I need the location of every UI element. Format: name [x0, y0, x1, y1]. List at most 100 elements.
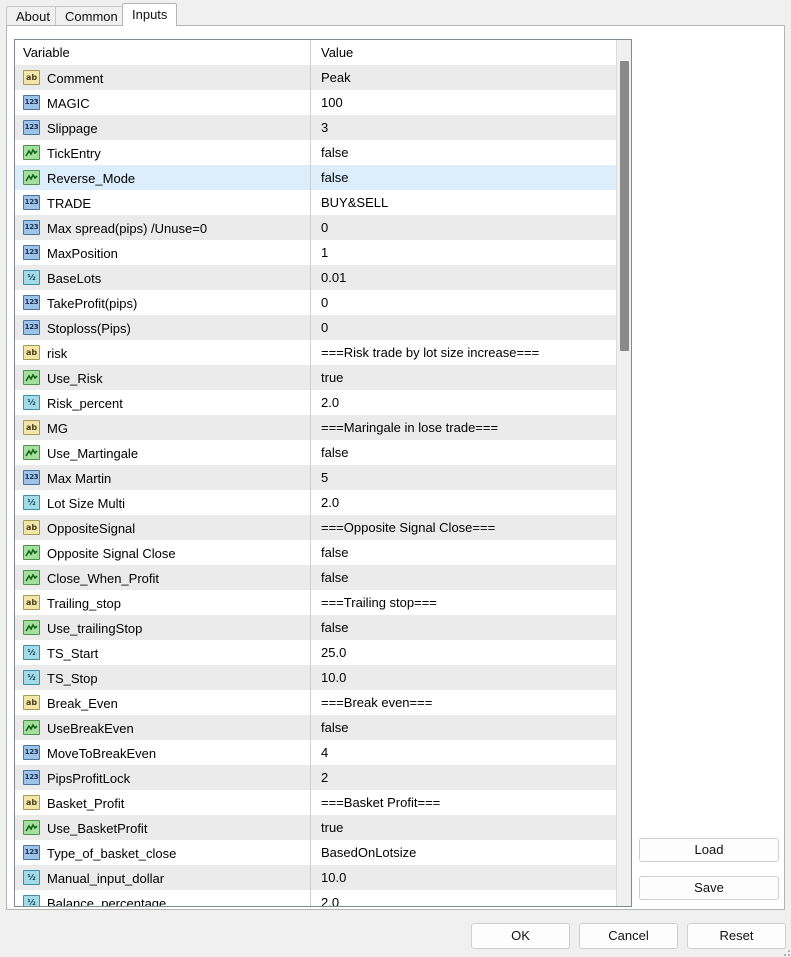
- parameter-value-cell[interactable]: false: [310, 540, 617, 565]
- table-row[interactable]: Close_When_Profit false: [15, 565, 617, 590]
- parameter-value-cell[interactable]: 2: [310, 765, 617, 790]
- parameter-value-cell[interactable]: 0: [310, 315, 617, 340]
- parameter-value-cell[interactable]: BUY&SELL: [310, 190, 617, 215]
- double-icon: ½: [23, 395, 40, 410]
- parameter-name-cell: ab OppositeSignal: [15, 515, 310, 540]
- table-row[interactable]: 123 MaxPosition 1: [15, 240, 617, 265]
- parameter-value-cell[interactable]: Peak: [310, 65, 617, 90]
- parameter-value-cell[interactable]: 2.0: [310, 890, 617, 906]
- parameter-value-cell[interactable]: 25.0: [310, 640, 617, 665]
- parameter-value-cell[interactable]: 10.0: [310, 865, 617, 890]
- table-row[interactable]: 123 MAGIC 100: [15, 90, 617, 115]
- table-row[interactable]: ab Basket_Profit ===Basket Profit===: [15, 790, 617, 815]
- table-row[interactable]: TickEntry false: [15, 140, 617, 165]
- parameter-value-cell[interactable]: 2.0: [310, 490, 617, 515]
- tab-strip: About Common Inputs: [0, 0, 791, 26]
- table-row[interactable]: ab risk ===Risk trade by lot size increase…: [15, 340, 617, 365]
- parameter-label: TS_Start: [47, 646, 99, 662]
- table-row[interactable]: Reverse_Mode false: [15, 165, 617, 190]
- parameter-value-cell[interactable]: 2.0: [310, 390, 617, 415]
- parameter-value-cell[interactable]: ===Break even===: [310, 690, 617, 715]
- ok-button[interactable]: OK: [471, 923, 570, 949]
- table-row[interactable]: ½ Lot Size Multi 2.0: [15, 490, 617, 515]
- table-row[interactable]: ab OppositeSignal ===Opposite Signal Close…: [15, 515, 617, 540]
- table-row[interactable]: ab MG ===Maringale in lose trade===: [15, 415, 617, 440]
- parameter-value-cell[interactable]: false: [310, 615, 617, 640]
- list-vertical-scrollbar[interactable]: [616, 40, 631, 906]
- integer-icon: 123: [23, 195, 40, 210]
- column-header-variable: Variable: [23, 45, 70, 60]
- reset-button[interactable]: Reset: [687, 923, 786, 949]
- table-row[interactable]: ½ Balance_percentage 2.0: [15, 890, 617, 906]
- table-row[interactable]: ab Comment Peak: [15, 65, 617, 90]
- parameter-name-cell: 123 PipsProfitLock: [15, 765, 310, 790]
- parameter-value-cell[interactable]: 5: [310, 465, 617, 490]
- table-row[interactable]: 123 Max spread(pips) /Unuse=0 0: [15, 215, 617, 240]
- parameter-value-cell[interactable]: 0: [310, 215, 617, 240]
- table-row[interactable]: Opposite Signal Close false: [15, 540, 617, 565]
- parameter-value-cell[interactable]: ===Basket Profit===: [310, 790, 617, 815]
- table-row[interactable]: Use_Martingale false: [15, 440, 617, 465]
- parameter-value-cell[interactable]: 4: [310, 740, 617, 765]
- table-row[interactable]: 123 TRADE BUY&SELL: [15, 190, 617, 215]
- table-row[interactable]: ½ Manual_input_dollar 10.0: [15, 865, 617, 890]
- table-row[interactable]: UseBreakEven false: [15, 715, 617, 740]
- parameter-value-cell[interactable]: false: [310, 565, 617, 590]
- parameter-value-cell[interactable]: 3: [310, 115, 617, 140]
- table-row[interactable]: 123 Max Martin 5: [15, 465, 617, 490]
- table-row[interactable]: ab Trailing_stop ===Trailing stop===: [15, 590, 617, 615]
- parameter-value-cell[interactable]: 100: [310, 90, 617, 115]
- parameter-name-cell: 123 Type_of_basket_close: [15, 840, 310, 865]
- parameter-value-cell[interactable]: 1: [310, 240, 617, 265]
- table-row[interactable]: ½ BaseLots 0.01: [15, 265, 617, 290]
- parameter-label: Manual_input_dollar: [47, 871, 165, 887]
- table-row[interactable]: 123 MoveToBreakEven 4: [15, 740, 617, 765]
- table-row[interactable]: 123 Stoploss(Pips) 0: [15, 315, 617, 340]
- parameter-value-cell[interactable]: true: [310, 365, 617, 390]
- table-row[interactable]: Use_trailingStop false: [15, 615, 617, 640]
- save-button[interactable]: Save: [639, 876, 779, 900]
- table-row[interactable]: ½ TS_Stop 10.0: [15, 665, 617, 690]
- parameter-label: Opposite Signal Close: [47, 546, 176, 562]
- table-row[interactable]: 123 TakeProfit(pips) 0: [15, 290, 617, 315]
- parameter-value-cell[interactable]: 0: [310, 290, 617, 315]
- load-button[interactable]: Load: [639, 838, 779, 862]
- parameter-value-cell[interactable]: false: [310, 165, 617, 190]
- table-row[interactable]: ½ TS_Start 25.0: [15, 640, 617, 665]
- parameter-value-cell[interactable]: BasedOnLotsize: [310, 840, 617, 865]
- parameters-list[interactable]: Variable Value ab Comment Peak 123 MAGIC 100 1…: [14, 39, 632, 907]
- table-row[interactable]: Use_Risk true: [15, 365, 617, 390]
- parameter-value-cell[interactable]: false: [310, 715, 617, 740]
- table-row[interactable]: Use_BasketProfit true: [15, 815, 617, 840]
- table-row[interactable]: ½ Risk_percent 2.0: [15, 390, 617, 415]
- parameter-name-cell: UseBreakEven: [15, 715, 310, 740]
- parameter-label: TS_Stop: [47, 671, 98, 687]
- parameter-name-cell: 123 TRADE: [15, 190, 310, 215]
- table-row[interactable]: 123 Slippage 3: [15, 115, 617, 140]
- parameter-name-cell: 123 Max spread(pips) /Unuse=0: [15, 215, 310, 240]
- table-row[interactable]: 123 PipsProfitLock 2: [15, 765, 617, 790]
- parameter-label: TickEntry: [47, 146, 101, 162]
- cancel-button[interactable]: Cancel: [579, 923, 678, 949]
- resize-grip[interactable]: [780, 946, 790, 956]
- parameter-value-cell[interactable]: 0.01: [310, 265, 617, 290]
- table-row[interactable]: 123 Type_of_basket_close BasedOnLotsize: [15, 840, 617, 865]
- integer-icon: 123: [23, 745, 40, 760]
- parameter-value-cell[interactable]: ===Trailing stop===: [310, 590, 617, 615]
- parameter-value-cell[interactable]: 10.0: [310, 665, 617, 690]
- integer-icon: 123: [23, 120, 40, 135]
- scrollbar-thumb[interactable]: [620, 61, 629, 351]
- parameter-value-cell[interactable]: ===Maringale in lose trade===: [310, 415, 617, 440]
- parameter-value-cell[interactable]: false: [310, 140, 617, 165]
- parameter-value-cell[interactable]: ===Risk trade by lot size increase===: [310, 340, 617, 365]
- parameter-value-cell[interactable]: ===Opposite Signal Close===: [310, 515, 617, 540]
- parameter-label: BaseLots: [47, 271, 102, 287]
- table-row[interactable]: ab Break_Even ===Break even===: [15, 690, 617, 715]
- tab-common[interactable]: Common: [55, 6, 128, 26]
- tab-about[interactable]: About: [6, 6, 60, 26]
- integer-icon: 123: [23, 95, 40, 110]
- parameter-name-cell: Use_trailingStop: [15, 615, 310, 640]
- parameter-value-cell[interactable]: false: [310, 440, 617, 465]
- parameter-value-cell[interactable]: true: [310, 815, 617, 840]
- tab-inputs[interactable]: Inputs: [122, 3, 178, 26]
